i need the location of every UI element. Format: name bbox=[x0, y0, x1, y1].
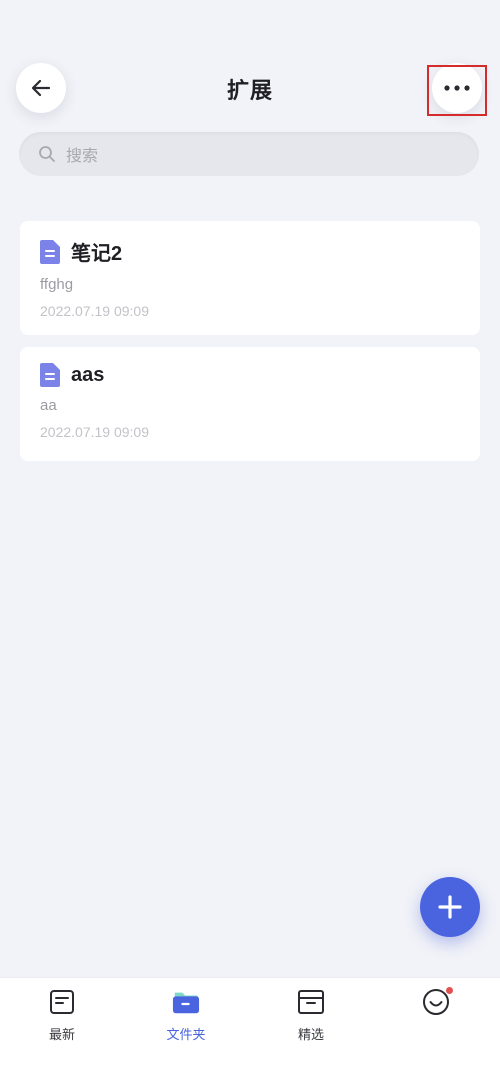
note-title: aas bbox=[71, 363, 105, 386]
note-date: 2022.07.19 09:09 bbox=[40, 424, 149, 440]
notes-folder-screen: 扩展 搜索 笔记2 ffghg 2022.07.19 09:09 aas aa … bbox=[0, 0, 500, 1083]
nav-item-label: 最新 bbox=[48, 1027, 75, 1042]
nav-item-profile[interactable] bbox=[401, 987, 471, 1024]
archive-box-icon bbox=[297, 988, 325, 1016]
folder-icon bbox=[172, 988, 200, 1016]
note-card[interactable]: 笔记2 ffghg 2022.07.19 09:09 bbox=[20, 221, 480, 335]
arrow-left-icon bbox=[31, 79, 51, 97]
document-icon bbox=[40, 239, 60, 264]
search-placeholder: 搜索 bbox=[66, 148, 99, 165]
nav-item-latest[interactable]: 最新 bbox=[27, 988, 97, 1043]
note-card[interactable]: aas aa 2022.07.19 09:09 bbox=[20, 347, 480, 461]
plus-icon bbox=[438, 895, 462, 919]
note-snippet: aa bbox=[40, 397, 57, 414]
search-icon bbox=[37, 144, 57, 164]
bottom-nav: 最新 文件夹 精选 bbox=[0, 977, 500, 1083]
page-title: 扩展 bbox=[226, 78, 273, 103]
header: 扩展 bbox=[0, 0, 500, 130]
search-input[interactable]: 搜索 bbox=[19, 132, 479, 176]
back-button[interactable] bbox=[16, 63, 66, 113]
note-snippet: ffghg bbox=[40, 276, 74, 293]
more-dots-icon bbox=[444, 85, 470, 91]
nav-item-featured[interactable]: 精选 bbox=[276, 988, 346, 1043]
note-title: 笔记2 bbox=[71, 243, 123, 265]
smiley-face-icon bbox=[422, 987, 453, 1016]
nav-item-label: 文件夹 bbox=[166, 1027, 206, 1042]
nav-item-folder[interactable]: 文件夹 bbox=[151, 988, 221, 1043]
note-date: 2022.07.19 09:09 bbox=[40, 303, 149, 319]
note-list-icon bbox=[48, 988, 76, 1016]
nav-item-label: 精选 bbox=[297, 1027, 324, 1042]
add-note-button[interactable] bbox=[420, 877, 480, 937]
more-options-button[interactable] bbox=[432, 63, 482, 113]
notification-dot bbox=[446, 987, 453, 994]
document-icon bbox=[40, 363, 60, 387]
